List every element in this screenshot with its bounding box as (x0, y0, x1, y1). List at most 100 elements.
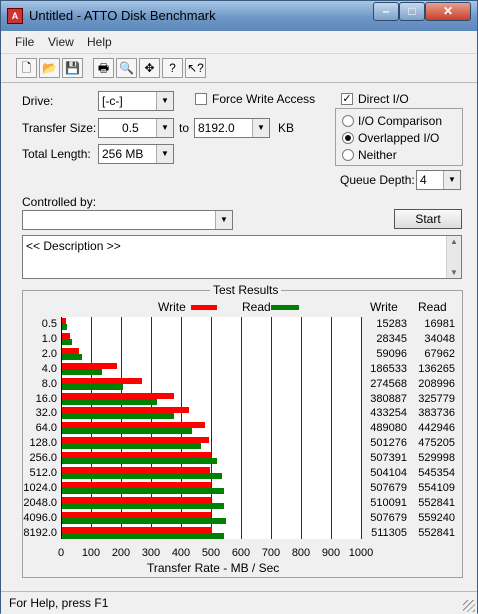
transfer-size-label: 0.5 (41, 318, 57, 330)
read-value: 552841 (418, 526, 455, 539)
transfer-size-label: 4.0 (41, 362, 57, 375)
read-value: 529998 (418, 452, 455, 465)
transfer-size-label: 8192.0 (23, 526, 57, 539)
new-icon[interactable]: 🗋 (16, 58, 37, 78)
write-value: 507679 (370, 481, 407, 494)
app-icon: A (7, 8, 23, 24)
transfer-size-label: 16.0 (35, 392, 57, 405)
radio-neither[interactable] (342, 149, 354, 161)
app-window: A Untitled - ATTO Disk Benchmark – □ ✕ F… (0, 0, 478, 614)
grid-line (271, 317, 272, 539)
grid-line (301, 317, 302, 539)
toolbar: 🗋 📂 💾 🖶 🔍 ✥ ? ↖? (1, 53, 477, 83)
read-bar (62, 398, 158, 405)
transfer-size-label: Transfer Size: (22, 121, 97, 135)
print-preview-icon[interactable]: 🔍 (116, 58, 137, 78)
print-icon[interactable]: 🖶 (93, 58, 114, 78)
direct-io-label: Direct I/O (358, 92, 409, 106)
scroll-up-icon[interactable]: ▲ (450, 237, 458, 246)
scroll-down-icon[interactable]: ▼ (450, 268, 458, 277)
minimize-button[interactable]: – (373, 2, 399, 21)
write-value: 433254 (370, 407, 407, 420)
close-button[interactable]: ✕ (425, 2, 471, 21)
read-bar (62, 413, 175, 420)
transfer-size-label: 2048.0 (23, 496, 57, 509)
read-bar (62, 443, 202, 450)
read-value: 208996 (418, 377, 455, 390)
open-icon[interactable]: 📂 (39, 58, 60, 78)
direct-io-checkbox[interactable]: ✓ (341, 93, 353, 105)
transfer-to-select[interactable]: 8192.0 ▼ (194, 118, 270, 138)
write-value: 274568 (370, 377, 407, 390)
read-bar (62, 487, 225, 494)
transfer-to-value: 8192.0 (198, 121, 235, 135)
read-value: 442946 (418, 422, 455, 435)
help-icon[interactable]: ? (162, 58, 183, 78)
radio-neither-label: Neither (358, 148, 397, 162)
force-write-label: Force Write Access (212, 92, 316, 106)
chevron-down-icon: ▼ (443, 171, 460, 189)
col-write-header: Write (370, 300, 398, 314)
menu-view[interactable]: View (48, 35, 74, 49)
menu-help[interactable]: Help (87, 35, 112, 49)
status-bar: For Help, press F1 (1, 591, 477, 614)
read-bar (62, 383, 124, 390)
chevron-down-icon: ▼ (156, 119, 173, 137)
read-value: 545354 (418, 467, 455, 479)
read-value: 16981 (424, 318, 455, 330)
transfer-size-label: 512.0 (29, 467, 57, 479)
total-length-label: Total Length: (22, 147, 91, 161)
controlled-by-label: Controlled by: (22, 195, 97, 209)
read-bar (62, 338, 72, 345)
legend-read-swatch (271, 305, 299, 310)
save-icon[interactable]: 💾 (62, 58, 83, 78)
to-label: to (179, 121, 190, 135)
read-bar (62, 473, 222, 479)
legend-write-swatch (191, 305, 217, 310)
context-help-icon[interactable]: ↖? (185, 58, 206, 78)
read-value: 136265 (418, 362, 455, 375)
window-title: Untitled - ATTO Disk Benchmark (29, 8, 216, 23)
start-button[interactable]: Start (394, 209, 462, 229)
description-scrollbar[interactable]: ▲ ▼ (446, 236, 461, 278)
x-axis-label: Transfer Rate - MB / Sec (147, 561, 280, 575)
read-bar (62, 502, 224, 509)
chevron-down-icon: ▼ (156, 92, 173, 110)
transfer-size-label: 2.0 (41, 347, 57, 360)
transfer-size-label: 32.0 (35, 407, 57, 420)
radio-overlapped-io[interactable] (342, 132, 354, 144)
drive-select[interactable]: [-c-] ▼ (98, 91, 174, 111)
force-write-checkbox[interactable] (195, 93, 207, 105)
drive-value: [-c-] (102, 94, 123, 108)
write-value: 380887 (370, 392, 407, 405)
write-value: 59096 (376, 347, 407, 360)
read-value: 554109 (418, 481, 455, 494)
read-bar (62, 368, 102, 375)
transfer-size-label: 4096.0 (23, 511, 57, 524)
transfer-from-select[interactable]: 0.5 ▼ (98, 118, 174, 138)
description-box[interactable]: << Description >> ▲ ▼ (22, 235, 462, 279)
total-length-select[interactable]: 256 MB ▼ (98, 144, 174, 164)
chart-plot-area (61, 317, 362, 539)
write-value: 504104 (370, 467, 407, 479)
radio-io-comparison[interactable] (342, 115, 354, 127)
controlled-by-select[interactable]: ▼ (22, 210, 233, 230)
move-icon[interactable]: ✥ (139, 58, 160, 78)
total-length-value: 256 MB (102, 147, 144, 161)
menu-file[interactable]: File (15, 35, 34, 49)
radio-overlapped-label: Overlapped I/O (358, 131, 440, 145)
write-value: 507391 (370, 452, 407, 465)
legend-write-label: Write (158, 300, 186, 314)
write-value: 186533 (370, 362, 407, 375)
transfer-size-label: 1.0 (41, 332, 57, 345)
maximize-button[interactable]: □ (399, 2, 425, 21)
chevron-down-icon: ▼ (215, 211, 232, 229)
resize-grip[interactable] (463, 600, 475, 612)
test-results-title: Test Results (210, 283, 282, 297)
chevron-down-icon: ▼ (156, 145, 173, 163)
title-bar[interactable]: A Untitled - ATTO Disk Benchmark – □ ✕ (1, 1, 477, 31)
transfer-size-label: 8.0 (41, 377, 57, 390)
read-value: 552841 (418, 496, 455, 509)
read-bar (62, 517, 226, 524)
queue-depth-select[interactable]: 4 ▼ (416, 170, 461, 190)
